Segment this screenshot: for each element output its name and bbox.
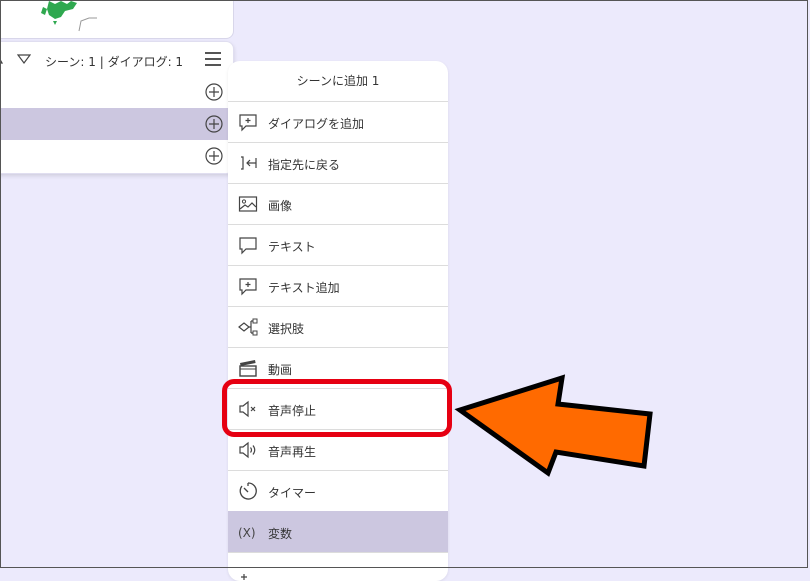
japan-map-icon	[41, 1, 97, 32]
timer-icon	[239, 482, 257, 500]
add-circle-icon[interactable]	[205, 83, 223, 101]
partial-item-icon	[241, 574, 247, 580]
menu-item-label: 選択肢	[268, 322, 305, 336]
add-to-scene-menu: シーンに追加 1 ダイアログを追加 指定先に戻る 画像 テキスト テキスト追加 …	[228, 61, 448, 581]
scene-row[interactable]	[0, 76, 233, 108]
scene-panel: シーン: 1 | ダイアログ: 1	[0, 41, 234, 174]
menu-item-variable[interactable]: (X) 変数	[228, 511, 448, 552]
menu-item-label: タイマー	[268, 486, 317, 500]
svg-text:(X): (X)	[238, 526, 256, 540]
dialog-add-icon	[239, 114, 257, 132]
menu-item-label: 指定先に戻る	[268, 158, 341, 172]
video-clapper-icon	[239, 360, 257, 377]
menu-item-text[interactable]: テキスト	[228, 224, 448, 265]
menu-item-label: 変数	[268, 527, 293, 541]
menu-item-text-add[interactable]: テキスト追加	[228, 265, 448, 306]
menu-item-partial[interactable]	[228, 552, 448, 581]
scene-header: シーン: 1 | ダイアログ: 1	[0, 42, 233, 76]
menu-item-label: 画像	[268, 199, 293, 213]
pointing-arrow-icon	[454, 374, 653, 477]
scene-title: シーン: 1 | ダイアログ: 1	[45, 55, 184, 69]
return-to-icon	[241, 156, 257, 170]
choice-icon	[238, 318, 258, 336]
hamburger-menu-icon[interactable]	[205, 52, 221, 66]
image-icon	[238, 196, 258, 212]
menu-item-label: テキスト	[268, 240, 316, 254]
menu-item-label: 動画	[268, 363, 293, 377]
menu-item-label: テキスト追加	[268, 281, 340, 295]
menu-item-timer[interactable]: タイマー	[228, 470, 448, 511]
map-thumbnail-card	[0, 0, 234, 39]
triangle-down-icon[interactable]	[17, 54, 31, 64]
menu-item-label: 音声再生	[268, 445, 317, 459]
text-bubble-icon	[239, 237, 257, 255]
menu-item-choice[interactable]: 選択肢	[228, 306, 448, 347]
menu-title: シーンに追加 1	[296, 74, 380, 88]
menu-item-image[interactable]: 画像	[228, 183, 448, 224]
add-circle-icon[interactable]	[205, 147, 223, 165]
triangle-up-icon[interactable]	[0, 54, 3, 64]
highlight-box	[222, 379, 452, 437]
menu-item-label: ダイアログを追加	[268, 117, 365, 131]
menu-item-add-dialog[interactable]: ダイアログを追加	[228, 101, 448, 142]
audio-play-icon	[239, 441, 256, 459]
scene-row[interactable]	[0, 140, 233, 172]
text-add-icon	[239, 278, 257, 296]
add-circle-icon[interactable]	[205, 115, 223, 133]
variable-icon: (X)	[238, 526, 256, 540]
scene-row-selected[interactable]	[0, 108, 233, 140]
menu-item-return-to[interactable]: 指定先に戻る	[228, 142, 448, 183]
